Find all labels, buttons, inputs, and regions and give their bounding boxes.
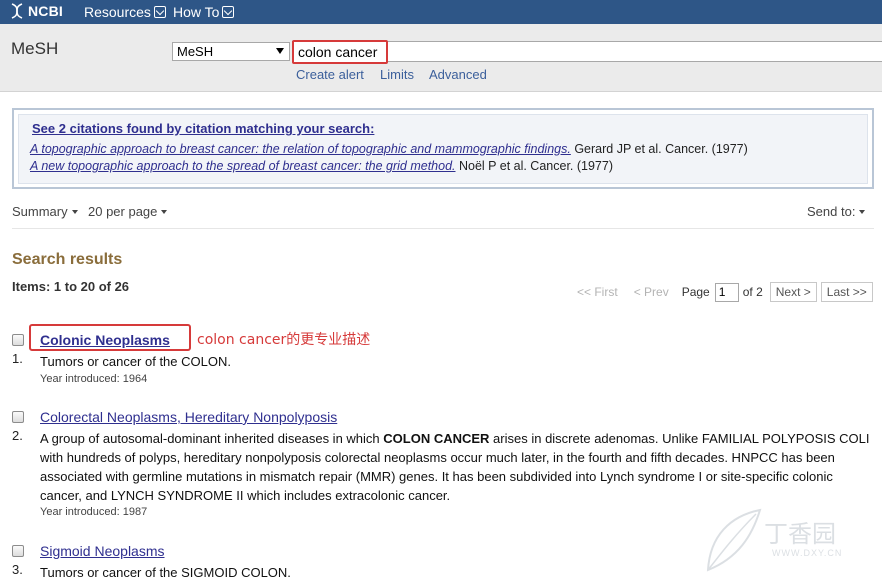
result-number: 1. bbox=[12, 351, 23, 366]
result-year: Year introduced: 1987 bbox=[40, 506, 148, 518]
search-input[interactable]: colon cancer bbox=[292, 40, 388, 64]
result-checkbox[interactable] bbox=[12, 545, 24, 557]
result-checkbox[interactable] bbox=[12, 411, 24, 423]
database-title: MeSH bbox=[11, 39, 59, 58]
page-label: Page bbox=[681, 285, 710, 299]
database-select[interactable]: MeSH bbox=[172, 42, 290, 61]
result-description: Tumors or cancer of the COLON. bbox=[40, 354, 231, 369]
database-select-value: MeSH bbox=[177, 44, 214, 59]
caret-down-icon bbox=[161, 209, 168, 214]
citation-item: A topographic approach to breast cancer:… bbox=[30, 142, 748, 156]
next-page-button[interactable]: Next > bbox=[769, 282, 817, 302]
desc-text: A group of autosomal-dominant inherited … bbox=[40, 431, 384, 446]
citation-item: A new topographic approach to the spread… bbox=[30, 159, 613, 173]
search-bar: MeSH MeSH colon cancer Create alert Limi… bbox=[0, 24, 882, 92]
resources-menu[interactable]: Resources bbox=[84, 4, 166, 20]
watermark-text: 丁香园 bbox=[764, 520, 836, 548]
page-of-label: of 2 bbox=[742, 285, 763, 299]
page-number-input[interactable] bbox=[714, 282, 739, 302]
resources-label: Resources bbox=[84, 4, 151, 20]
results-heading: Search results bbox=[12, 251, 123, 268]
citation-match-panel: See 2 citations found by citation matchi… bbox=[18, 114, 868, 184]
result-description: A group of autosomal-dominant inherited … bbox=[40, 429, 870, 505]
result-year: Year introduced: 1964 bbox=[40, 373, 148, 385]
howto-menu[interactable]: How To bbox=[173, 4, 235, 20]
result-title-link[interactable]: Colorectal Neoplasms, Hereditary Nonpoly… bbox=[40, 409, 337, 425]
limits-link[interactable]: Limits bbox=[380, 67, 414, 82]
result-number: 3. bbox=[12, 562, 23, 577]
watermark: 丁香园 WWW.DXY.CN bbox=[700, 506, 841, 581]
ncbi-topbar: NCBI Resources How To bbox=[0, 0, 882, 24]
pager: << First < Prev Page of 2 Next > Last >> bbox=[577, 282, 873, 302]
result-title-link[interactable]: Sigmoid Neoplasms bbox=[40, 543, 165, 559]
per-page-label: 20 per page bbox=[88, 204, 158, 219]
first-page-link[interactable]: << First bbox=[577, 285, 618, 299]
send-to-label: Send to: bbox=[807, 204, 856, 219]
watermark-leaf-icon bbox=[706, 508, 762, 572]
result-checkbox[interactable] bbox=[12, 334, 24, 346]
dropdown-arrow-icon bbox=[276, 48, 284, 54]
format-label: Summary bbox=[12, 204, 68, 219]
citation-meta: Gerard JP et al. Cancer. (1977) bbox=[570, 142, 748, 156]
ncbi-helix-icon bbox=[11, 3, 23, 19]
desc-highlight: COLON CANCER bbox=[383, 431, 490, 446]
annotation-note: colon cancer的更专业描述 bbox=[197, 332, 371, 348]
citation-link[interactable]: A topographic approach to breast cancer:… bbox=[30, 142, 571, 156]
ncbi-logo[interactable]: NCBI bbox=[10, 3, 63, 19]
prev-page-link[interactable]: < Prev bbox=[634, 285, 669, 299]
highlight-box bbox=[29, 324, 191, 351]
chevron-down-icon bbox=[153, 6, 166, 18]
format-menu[interactable]: Summary bbox=[12, 204, 78, 219]
send-to-menu[interactable]: Send to: bbox=[807, 204, 866, 219]
caret-down-icon bbox=[71, 209, 78, 214]
howto-label: How To bbox=[173, 4, 220, 20]
advanced-link[interactable]: Advanced bbox=[429, 67, 487, 82]
citation-meta: Noël P et al. Cancer. (1977) bbox=[455, 159, 613, 173]
items-count: Items: 1 to 20 of 26 bbox=[12, 279, 130, 294]
per-page-menu[interactable]: 20 per page bbox=[88, 204, 168, 219]
result-number: 2. bbox=[12, 428, 23, 443]
caret-down-icon bbox=[859, 209, 866, 214]
chevron-down-icon bbox=[222, 6, 235, 18]
divider bbox=[12, 228, 874, 229]
citation-match-heading[interactable]: See 2 citations found by citation matchi… bbox=[32, 121, 374, 136]
citation-match-box: See 2 citations found by citation matchi… bbox=[12, 108, 874, 189]
last-page-button[interactable]: Last >> bbox=[820, 282, 873, 302]
watermark-url: WWW.DXY.CN bbox=[772, 548, 843, 558]
citation-link[interactable]: A new topographic approach to the spread… bbox=[30, 159, 456, 173]
create-alert-link[interactable]: Create alert bbox=[296, 67, 364, 82]
ncbi-brand: NCBI bbox=[28, 3, 64, 19]
